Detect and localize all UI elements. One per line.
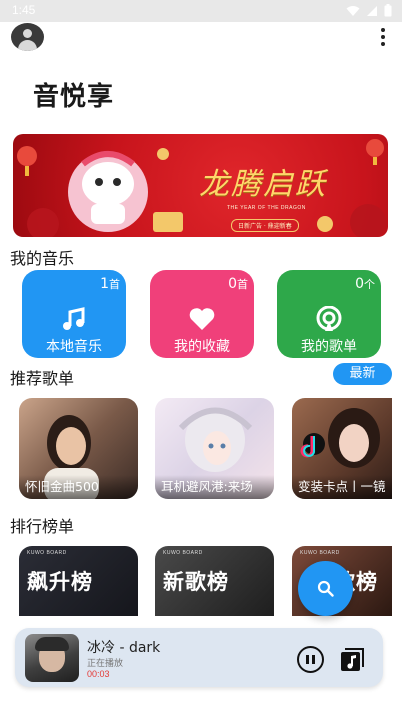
avatar-head (23, 29, 32, 38)
podcast-icon (316, 306, 342, 331)
tile-my-playlists[interactable]: 0个 我的歌单 (277, 270, 381, 358)
newest-badge[interactable]: 最新 (333, 363, 392, 385)
playlist-title: 变装卡点丨一镜 (292, 475, 392, 499)
pause-icon[interactable] (297, 646, 324, 673)
tile-label: 我的歌单 (301, 339, 357, 355)
chart-brand: KUWO BOARD (27, 550, 67, 556)
playlist-icon[interactable] (340, 646, 366, 672)
user-avatar[interactable] (11, 23, 44, 51)
now-playing-bar[interactable]: 冰冷 - dark 正在播放 00:03 (15, 628, 383, 687)
recommended-heading: 推荐歌单 (10, 369, 75, 388)
playlist-title: 怀旧金曲500 (19, 475, 138, 499)
tile-count: 0首 (228, 276, 248, 292)
heart-icon (189, 308, 215, 330)
tile-count: 1首 (100, 276, 120, 292)
chart-name: 新歌榜 (163, 570, 229, 594)
avatar-body (18, 40, 37, 51)
battery-icon (384, 4, 392, 17)
chart-list-card[interactable]: KUWO BOARD 新歌榜 (155, 546, 274, 616)
my-music-heading: 我的音乐 (10, 249, 75, 268)
more-vert-icon[interactable] (376, 28, 390, 46)
status-icons (346, 4, 392, 17)
app-title: 音悦享 (33, 82, 115, 112)
charts-heading: 排行榜单 (10, 517, 75, 536)
search-icon (317, 580, 334, 597)
chart-name: 飙升榜 (27, 570, 93, 594)
signal-icon (367, 5, 377, 16)
playlist-card[interactable]: 变装卡点丨一镜 (292, 398, 392, 499)
banner-tag: 日新广告 · 鼎迎新春 (231, 219, 299, 232)
status-bar: 1:45 (0, 0, 402, 22)
song-title: 冰冷 - dark (87, 640, 161, 656)
promo-banner[interactable]: 龙腾启跃 THE YEAR OF THE DRAGON 日新广告 · 鼎迎新春 (13, 134, 388, 237)
tile-count: 0个 (355, 276, 375, 292)
playlist-card[interactable]: 怀旧金曲500 (19, 398, 138, 499)
chart-brand: KUWO BOARD (300, 550, 340, 556)
playlist-title: 耳机避风港:来场 (155, 475, 274, 499)
banner-slogan: 龙腾启跃 (199, 167, 327, 202)
tile-label: 本地音乐 (46, 339, 102, 355)
status-time: 1:45 (12, 3, 36, 17)
search-fab[interactable] (298, 561, 353, 616)
music-note-icon (63, 307, 85, 330)
tile-label: 我的收藏 (174, 339, 230, 355)
chart-list-card[interactable]: KUWO BOARD 飙升榜 (19, 546, 138, 616)
tile-local-music[interactable]: 1首 本地音乐 (22, 270, 126, 358)
playback-status: 正在播放 (87, 659, 124, 669)
chart-brand: KUWO BOARD (163, 550, 203, 556)
playlist-card[interactable]: 耳机避风港:来场 (155, 398, 274, 499)
elapsed-time: 00:03 (87, 669, 110, 679)
wifi-icon (346, 5, 360, 16)
album-cover[interactable] (25, 634, 79, 682)
tile-my-favorites[interactable]: 0首 我的收藏 (150, 270, 254, 358)
banner-subtitle: THE YEAR OF THE DRAGON (227, 205, 306, 211)
